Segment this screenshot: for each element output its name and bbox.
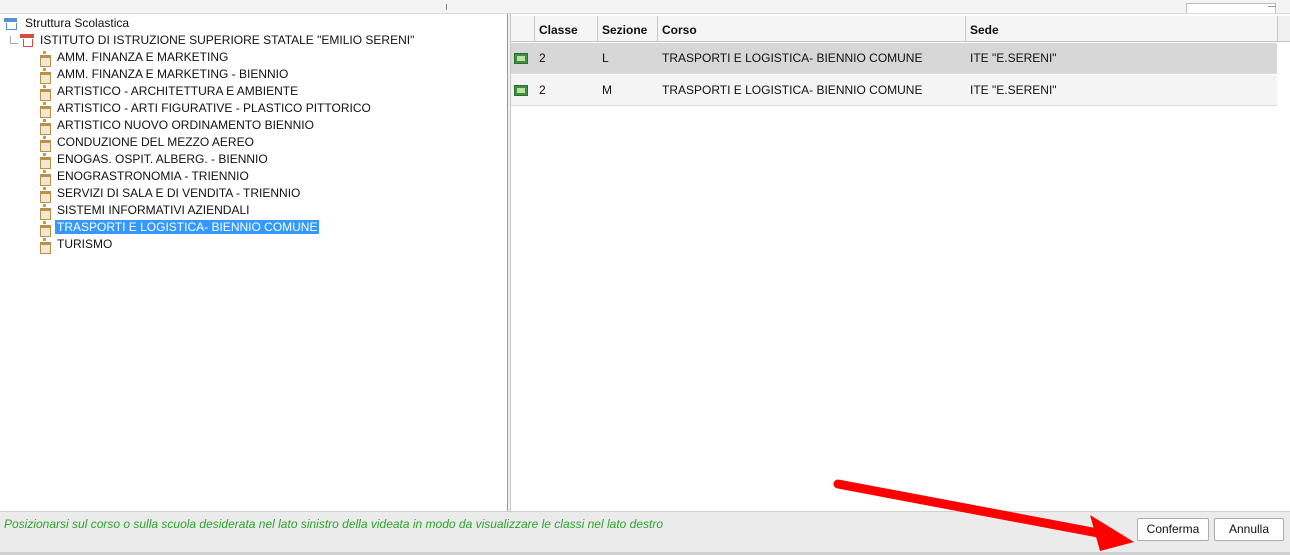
course-icon	[40, 221, 51, 237]
tree-root[interactable]: Struttura Scolastica	[4, 15, 131, 31]
tree-item-label: TURISMO	[57, 237, 113, 251]
school-structure-tree: Struttura Scolastica ISTITUTO DI ISTRUZI…	[0, 14, 507, 511]
cell-classe: 2	[539, 51, 546, 65]
cell-sede: ITE "E.SERENI"	[970, 83, 1057, 97]
top-field[interactable]	[1186, 3, 1276, 13]
tree-item-label: ARTISTICO NUOVO ORDINAMENTO BIENNIO	[57, 118, 314, 132]
scrollbar-corner	[1277, 16, 1290, 42]
cell-sede: ITE "E.SERENI"	[970, 51, 1057, 65]
tree-item-course[interactable]: AMM. FINANZA E MARKETING	[40, 49, 230, 67]
cell-corso: TRASPORTI E LOGISTICA- BIENNIO COMUNE	[662, 83, 923, 97]
column-header-sede[interactable]: Sede	[966, 16, 1277, 42]
tree-item-course[interactable]: ENOGRASTRONOMIA - TRIENNIO	[40, 168, 251, 186]
tree-item-label: ARTISTICO - ARTI FIGURATIVE - PLASTICO P…	[57, 101, 371, 115]
cell-sezione: L	[602, 51, 609, 65]
tree-item-course[interactable]: ARTISTICO NUOVO ORDINAMENTO BIENNIO	[40, 117, 316, 135]
expander-icon[interactable]	[10, 36, 18, 44]
tree-item-label: SISTEMI INFORMATIVI AZIENDALI	[57, 203, 250, 217]
cell-corso: TRASPORTI E LOGISTICA- BIENNIO COMUNE	[662, 51, 923, 65]
column-header-classe[interactable]: Classe	[535, 16, 598, 42]
status-bar: Posizionarsi sul corso o sulla scuola de…	[0, 511, 1290, 555]
column-header-icon	[511, 16, 535, 42]
minimize-mark[interactable]	[1268, 6, 1276, 7]
column-header-sezione[interactable]: Sezione	[598, 16, 658, 42]
course-icon	[40, 187, 51, 203]
table-row[interactable]: 2 M TRASPORTI E LOGISTICA- BIENNIO COMUN…	[511, 75, 1277, 106]
class-icon	[514, 85, 528, 96]
class-icon	[514, 53, 528, 64]
tree-item-course[interactable]: SISTEMI INFORMATIVI AZIENDALI	[40, 202, 251, 220]
tree-item-course[interactable]: ARTISTICO - ARTI FIGURATIVE - PLASTICO P…	[40, 100, 373, 118]
cell-classe: 2	[539, 83, 546, 97]
school-building-icon	[20, 34, 34, 47]
tree-item-label: ENOGAS. OSPIT. ALBERG. - BIENNIO	[57, 152, 268, 166]
course-icon	[40, 51, 51, 67]
course-icon	[40, 119, 51, 135]
tree-item-label: TRASPORTI E LOGISTICA- BIENNIO COMUNE	[55, 220, 320, 234]
status-message: Posizionarsi sul corso o sulla scuola de…	[4, 517, 664, 531]
confirm-button[interactable]: Conferma	[1137, 518, 1209, 541]
tree-item-course[interactable]: ENOGAS. OSPIT. ALBERG. - BIENNIO	[40, 151, 270, 169]
tree-item-label: CONDUZIONE DEL MEZZO AEREO	[57, 135, 254, 149]
tree-root-label: Struttura Scolastica	[25, 16, 130, 30]
course-icon	[40, 136, 51, 152]
top-toolbar-strip	[0, 0, 1290, 14]
tree-item-label: SERVIZI DI SALA E DI VENDITA - TRIENNIO	[57, 186, 301, 200]
tree-item-label: AMM. FINANZA E MARKETING - BIENNIO	[57, 67, 289, 81]
cell-sezione: M	[602, 83, 612, 97]
tree-item-label: ARTISTICO - ARCHITETTURA E AMBIENTE	[57, 84, 299, 98]
column-header-corso[interactable]: Corso	[658, 16, 966, 42]
cancel-button[interactable]: Annulla	[1214, 518, 1284, 541]
course-icon	[40, 85, 51, 101]
tree-school-label: ISTITUTO DI ISTRUZIONE SUPERIORE STATALE…	[40, 33, 415, 47]
tree-item-label: ENOGRASTRONOMIA - TRIENNIO	[57, 169, 249, 183]
tree-item-course[interactable]: TURISMO	[40, 236, 114, 254]
course-icon	[40, 170, 51, 186]
classes-table: Classe Sezione Corso Sede 2 L TRASPORTI …	[511, 14, 1290, 511]
tree-item-label: AMM. FINANZA E MARKETING	[57, 50, 229, 64]
table-row[interactable]: 2 L TRASPORTI E LOGISTICA- BIENNIO COMUN…	[511, 43, 1277, 74]
tree-item-course[interactable]: CONDUZIONE DEL MEZZO AEREO	[40, 134, 256, 152]
course-icon	[40, 153, 51, 169]
school-structure-icon	[4, 17, 17, 30]
tree-item-course[interactable]: ARTISTICO - ARCHITETTURA E AMBIENTE	[40, 83, 300, 101]
course-icon	[40, 204, 51, 220]
toolbar-divider	[446, 4, 447, 10]
course-icon	[40, 238, 51, 254]
table-header: Classe Sezione Corso Sede	[511, 16, 1277, 42]
tree-item-course[interactable]: AMM. FINANZA E MARKETING - BIENNIO	[40, 66, 290, 84]
tree-item-course[interactable]: SERVIZI DI SALA E DI VENDITA - TRIENNIO	[40, 185, 302, 203]
tree-item-course-selected[interactable]: TRASPORTI E LOGISTICA- BIENNIO COMUNE	[40, 219, 320, 237]
course-icon	[40, 102, 51, 118]
course-icon	[40, 68, 51, 84]
tree-node-school[interactable]: ISTITUTO DI ISTRUZIONE SUPERIORE STATALE…	[10, 32, 416, 48]
